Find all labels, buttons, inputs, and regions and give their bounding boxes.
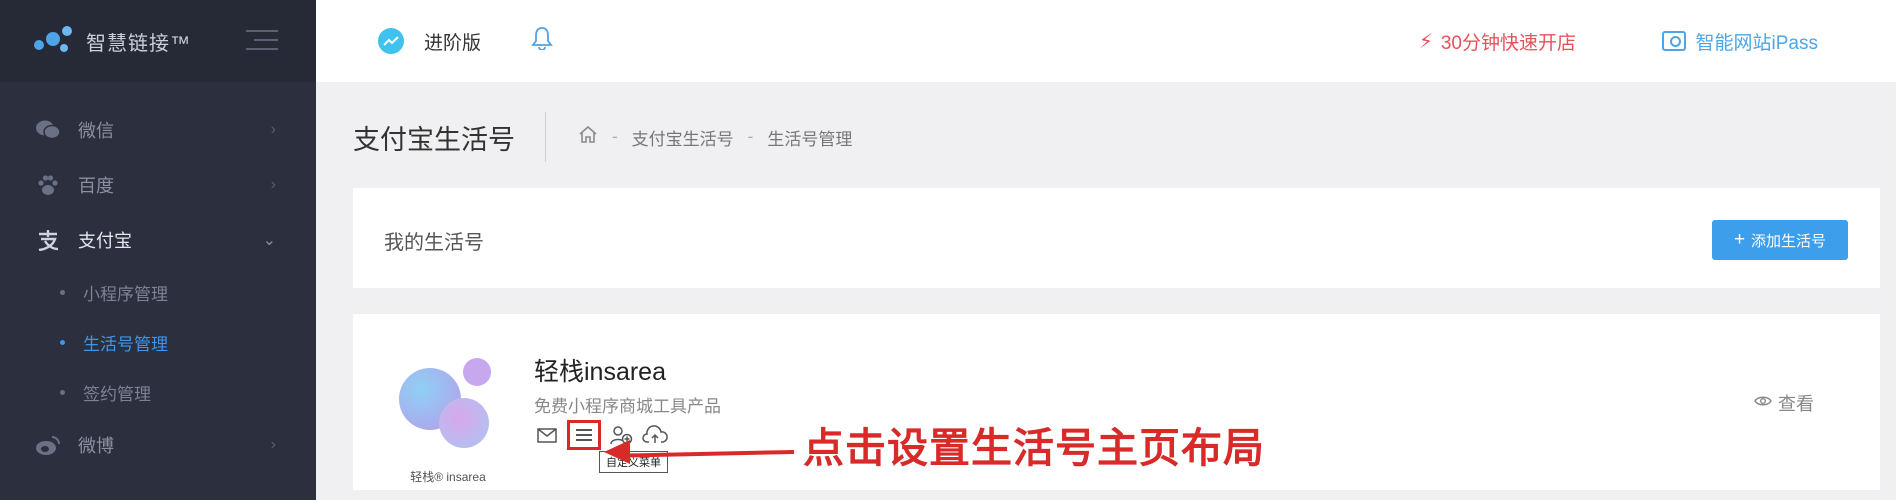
ipass-label: 智能网站iPass xyxy=(1695,32,1818,54)
edition-label: 进阶版 xyxy=(424,32,482,54)
annotation-arrow-head xyxy=(604,440,630,464)
sidebar-item-weibo[interactable]: 微博 › xyxy=(0,417,316,472)
cloud-upload-icon[interactable] xyxy=(641,421,669,449)
sidebar-item-label: 微博 xyxy=(78,435,114,456)
menu-toggle-icon[interactable] xyxy=(246,30,278,50)
bell-icon[interactable] xyxy=(531,26,553,56)
page-title: 支付宝生活号 xyxy=(353,124,515,155)
ipass-icon xyxy=(1661,31,1686,51)
chevron-right-icon: › xyxy=(270,435,276,453)
breadcrumb-item[interactable]: 生活号管理 xyxy=(767,125,852,150)
breadcrumb-item[interactable]: 支付宝生活号 xyxy=(632,125,734,150)
eye-icon xyxy=(1754,394,1772,412)
sidebar-subitem-label: 小程序管理 xyxy=(83,284,168,304)
weibo-icon xyxy=(34,433,62,457)
sidebar-item-alipay[interactable]: 支付宝 ⌄ xyxy=(0,212,316,267)
sidebar-subitem-lifeaccount[interactable]: 生活号管理 xyxy=(0,317,316,367)
home-icon[interactable] xyxy=(578,125,598,149)
top-header: 进阶版 ⚡ 30分钟快速开店 智能网站iPass xyxy=(316,0,1896,82)
brand-name: 智慧链接™ xyxy=(86,32,191,55)
account-logo: 轻栈® insarea xyxy=(393,350,503,484)
sidebar-subitem-contract[interactable]: 签约管理 xyxy=(0,367,316,417)
breadcrumb: - 支付宝生活号 - 生活号管理 xyxy=(578,125,852,150)
custom-menu-button[interactable] xyxy=(567,420,601,450)
menu-lines-icon xyxy=(576,426,592,444)
mail-icon[interactable] xyxy=(533,421,561,449)
sidebar-item-wechat[interactable]: 微信 › xyxy=(0,102,316,157)
sidebar-subitem-label: 签约管理 xyxy=(83,384,151,404)
quick-open-link[interactable]: ⚡ 30分钟快速开店 xyxy=(1419,28,1576,55)
sidebar-subitem-label: 生活号管理 xyxy=(83,334,168,354)
view-label: 查看 xyxy=(1778,394,1814,414)
chevron-right-icon: › xyxy=(270,175,276,193)
brand-logo-icon xyxy=(34,26,76,56)
alipay-icon xyxy=(34,228,62,252)
chevron-down-icon: ⌄ xyxy=(262,231,276,249)
annotation-text: 点击设置生活号主页布局 xyxy=(803,425,1265,471)
account-description: 免费小程序商城工具产品 xyxy=(534,397,721,416)
brand: 智慧链接™ xyxy=(0,0,316,82)
sidebar-item-label: 支付宝 xyxy=(78,230,132,251)
account-name: 轻栈insarea xyxy=(534,358,666,386)
quick-open-label: 30分钟快速开店 xyxy=(1440,32,1576,54)
divider xyxy=(545,112,546,162)
plus-icon: + xyxy=(1733,229,1746,250)
edition-badge-icon xyxy=(378,28,404,54)
sidebar-item-label: 微信 xyxy=(78,120,114,141)
chevron-right-icon: › xyxy=(270,120,276,138)
section-title: 我的生活号 xyxy=(384,232,484,254)
view-link[interactable]: 查看 xyxy=(1754,390,1814,416)
paw-icon xyxy=(34,173,62,197)
add-account-label: 添加生活号 xyxy=(1751,232,1827,250)
sidebar-item-baidu[interactable]: 百度 › xyxy=(0,157,316,212)
lightning-icon: ⚡ xyxy=(1418,30,1433,53)
add-account-button[interactable]: + 添加生活号 xyxy=(1712,220,1848,260)
sidebar-item-label: 百度 xyxy=(78,175,114,196)
wechat-icon xyxy=(34,118,62,142)
ipass-link[interactable]: 智能网站iPass xyxy=(1661,28,1818,55)
my-accounts-panel: 我的生活号 + 添加生活号 xyxy=(353,188,1880,288)
sidebar-subitem-miniprogram[interactable]: 小程序管理 xyxy=(0,267,316,317)
sidebar: 智慧链接™ 微信 › 百度 › 支付宝 ⌄ 小程序管理 生活号管理 签约管理 微… xyxy=(0,0,316,500)
logo-caption: 轻栈® insarea xyxy=(410,470,486,484)
page-header: 支付宝生活号 - 支付宝生活号 - 生活号管理 xyxy=(353,112,852,162)
